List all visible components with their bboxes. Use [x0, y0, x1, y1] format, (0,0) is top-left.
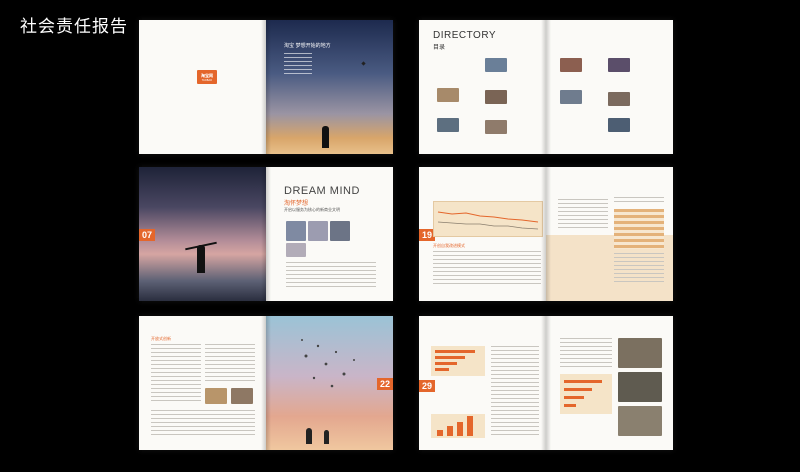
directory-right-page — [546, 20, 673, 154]
spread-cover: 淘宝网 TAOBAO 淘宝 梦想开始的地方 — [139, 20, 393, 154]
balloons-right-page: 22 — [266, 316, 393, 450]
spread-directory: DIRECTORY 目录 — [419, 20, 673, 154]
spread-chart: 19 开创自我改进模式 — [419, 167, 673, 301]
column-chart-panel — [431, 414, 485, 438]
cover-right-page: 淘宝 梦想开始的地方 — [266, 20, 393, 154]
page-title: 社会责任报告 — [20, 17, 128, 37]
directory-heading: DIRECTORY — [433, 30, 497, 41]
taobao-logo: 淘宝网 TAOBAO — [197, 70, 217, 84]
child-silhouette — [324, 430, 329, 444]
dream-heading-cn: 淘怀梦想 — [284, 200, 309, 207]
dream-subheading: 开启以服务为核心的新商业文明 — [284, 207, 340, 212]
cover-left-page: 淘宝网 TAOBAO — [139, 20, 266, 154]
chart-right-page — [546, 167, 673, 301]
spread-balloons: 开放式创新 22 — [139, 316, 393, 450]
bar-chart-panel — [560, 374, 612, 414]
page-number-badge: 29 — [419, 380, 436, 392]
section-title: 开放式创新 — [151, 336, 171, 341]
line-chart-panel — [433, 201, 543, 237]
section-title: 开创自我改进模式 — [433, 243, 465, 248]
stats-right-page — [546, 316, 673, 450]
line-chart — [437, 211, 539, 230]
balloons-left-page: 开放式创新 — [139, 316, 266, 450]
directory-heading-cn: 目录 — [433, 44, 446, 51]
chart-left-page: 19 开创自我改进模式 — [419, 167, 546, 301]
stats-left-page: 29 — [419, 316, 546, 450]
page-number-badge: 07 — [139, 229, 156, 241]
spread-dream-mind: 07 DREAM MIND 淘怀梦想 开启以服务为核心的新商业文明 — [139, 167, 393, 301]
cover-heading: 淘宝 梦想开始的地方 — [284, 43, 331, 49]
kite — [361, 61, 366, 66]
dream-left-page: 07 — [139, 167, 266, 301]
spread-statistics: 29 — [419, 316, 673, 450]
bar-chart-panel — [431, 346, 485, 376]
child-silhouette — [306, 428, 312, 444]
dream-right-page: DREAM MIND 淘怀梦想 开启以服务为核心的新商业文明 — [266, 167, 393, 301]
logo-sub: TAOBAO — [201, 79, 213, 82]
dream-heading: DREAM MIND — [284, 185, 360, 197]
balloon-cluster — [301, 339, 355, 388]
person-silhouette — [322, 126, 329, 148]
directory-left-page: DIRECTORY 目录 — [419, 20, 546, 154]
table — [614, 209, 664, 249]
person-silhouette — [197, 245, 205, 273]
